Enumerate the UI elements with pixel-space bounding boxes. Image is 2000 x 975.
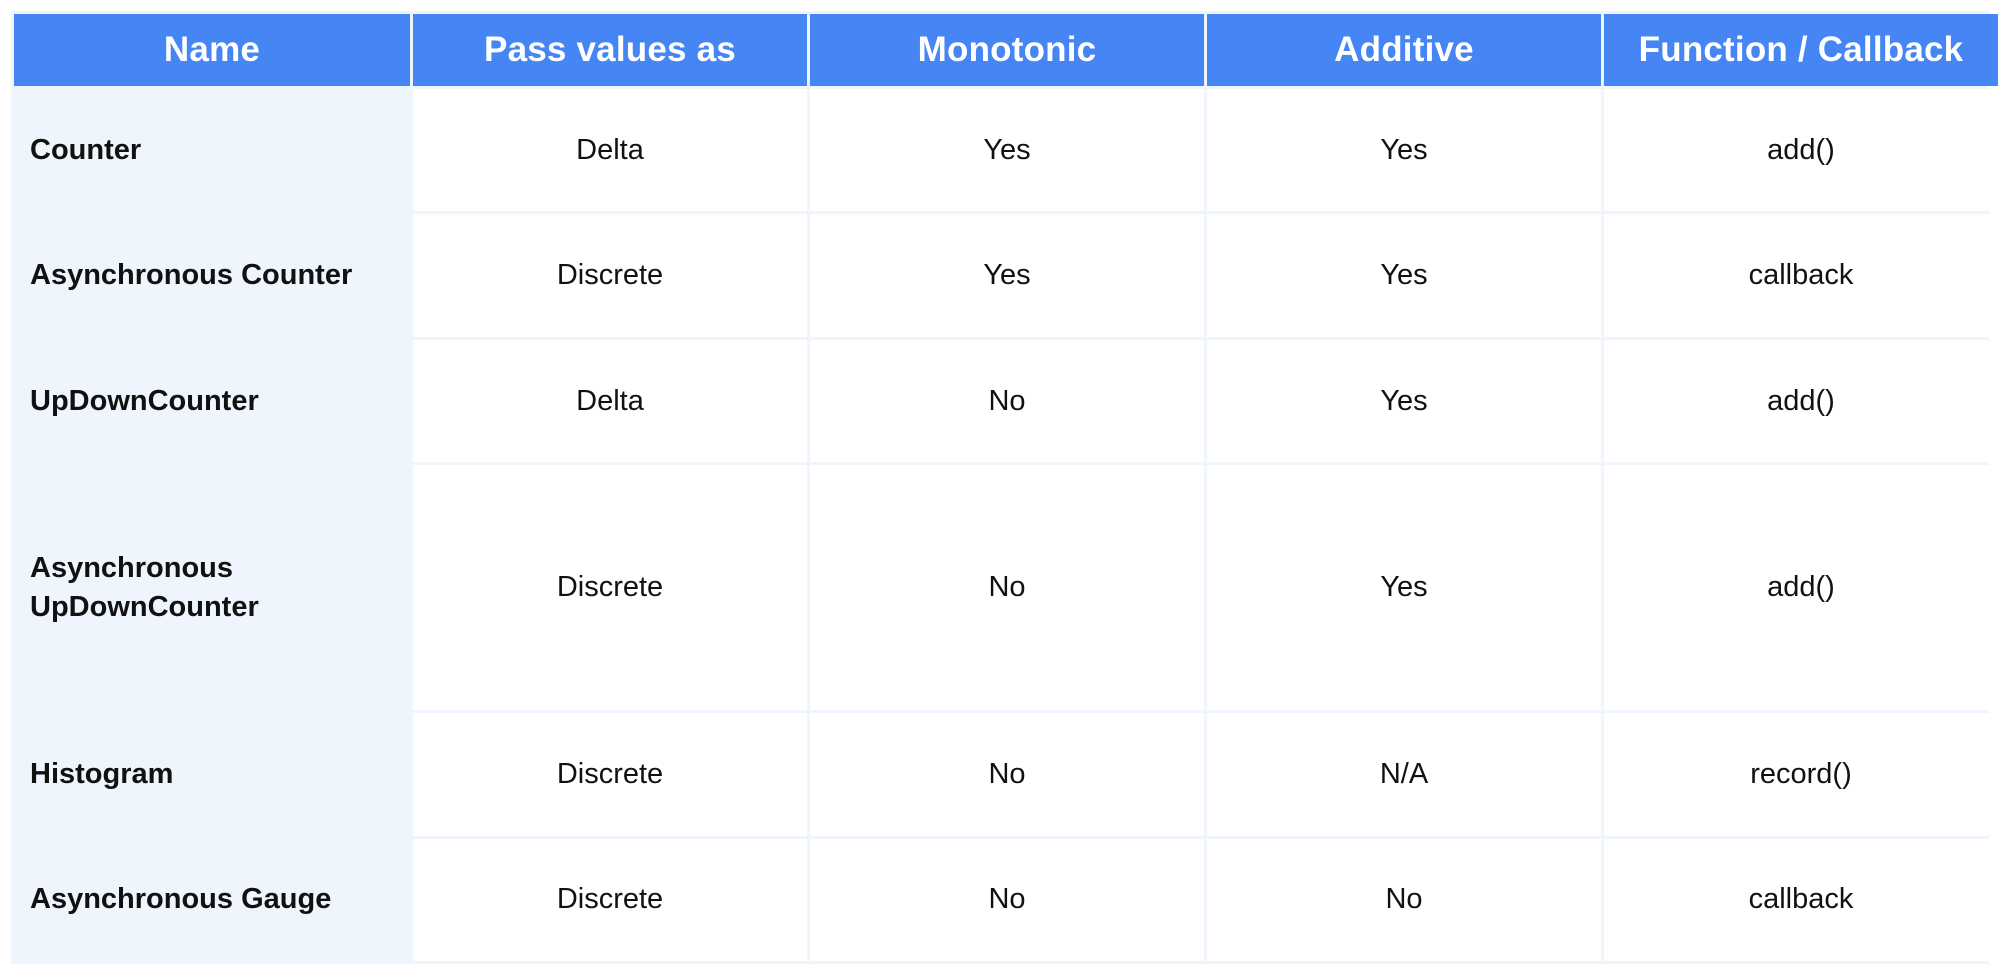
cell-pass-values-as: Delta (413, 339, 807, 463)
cell-function-callback: callback (1604, 214, 1998, 337)
cell-function-callback: record() (1604, 713, 1998, 836)
table-row: Histogram Discrete No N/A record() (14, 713, 1998, 836)
header-name: Name (14, 14, 410, 86)
instrument-table: Name Pass values as Monotonic Additive F… (11, 11, 2000, 964)
cell-name: Counter (14, 89, 410, 212)
cell-function-callback: add() (1604, 339, 1998, 463)
cell-name: Asynchronous Gauge (14, 838, 410, 961)
cell-additive: Yes (1207, 339, 1601, 463)
cell-additive: No (1207, 838, 1601, 961)
cell-monotonic: No (810, 339, 1204, 463)
cell-pass-values-as: Discrete (413, 465, 807, 711)
cell-function-callback: add() (1604, 465, 1998, 711)
cell-additive: Yes (1207, 214, 1601, 337)
cell-name: Asynchronous UpDownCounter (14, 465, 410, 711)
cell-pass-values-as: Delta (413, 89, 807, 212)
instrument-table-container: Name Pass values as Monotonic Additive F… (11, 11, 1998, 964)
table-row: Asynchronous UpDownCounter Discrete No Y… (14, 465, 1998, 711)
cell-pass-values-as: Discrete (413, 713, 807, 836)
cell-monotonic: No (810, 465, 1204, 711)
cell-pass-values-as: Discrete (413, 838, 807, 961)
cell-additive: N/A (1207, 713, 1601, 836)
table-row: UpDownCounter Delta No Yes add() (14, 339, 1998, 463)
header-monotonic: Monotonic (810, 14, 1204, 86)
cell-additive: Yes (1207, 465, 1601, 711)
cell-monotonic: No (810, 713, 1204, 836)
cell-pass-values-as: Discrete (413, 214, 807, 337)
table-row: Asynchronous Gauge Discrete No No callba… (14, 838, 1998, 961)
cell-name: Histogram (14, 713, 410, 836)
cell-monotonic: Yes (810, 214, 1204, 337)
header-function-callback: Function / Callback (1604, 14, 1998, 86)
cell-additive: Yes (1207, 89, 1601, 212)
table-row: Counter Delta Yes Yes add() (14, 89, 1998, 212)
cell-monotonic: Yes (810, 89, 1204, 212)
cell-function-callback: callback (1604, 838, 1998, 961)
header-additive: Additive (1207, 14, 1601, 86)
table-row: Asynchronous Counter Discrete Yes Yes ca… (14, 214, 1998, 337)
cell-function-callback: add() (1604, 89, 1998, 212)
cell-monotonic: No (810, 838, 1204, 961)
header-row: Name Pass values as Monotonic Additive F… (14, 14, 1998, 86)
cell-name: Asynchronous Counter (14, 214, 410, 337)
cell-name: UpDownCounter (14, 339, 410, 463)
header-pass-values-as: Pass values as (413, 14, 807, 86)
